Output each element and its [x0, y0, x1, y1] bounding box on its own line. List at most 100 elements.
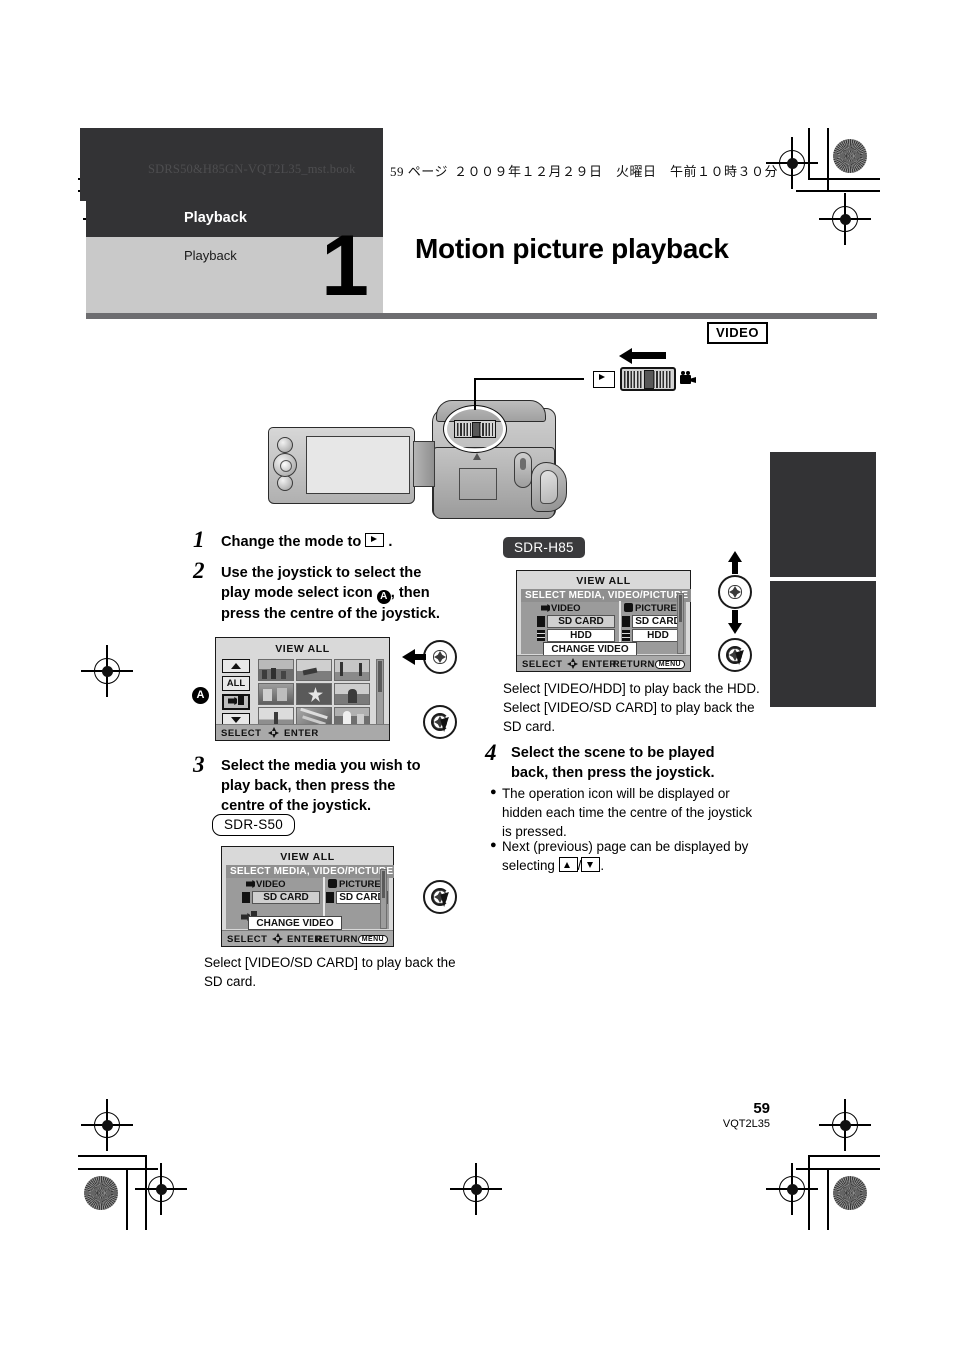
- joystick-down-arrow-head: [728, 623, 742, 634]
- thumbnail[interactable]: [296, 659, 332, 681]
- hdd-icon: [537, 630, 545, 641]
- step-4-bullet-2-text: Next (previous) page can be displayed by…: [502, 839, 749, 874]
- media-select-h85-col-picture: PICTURE: [635, 603, 677, 614]
- media-select-h85-status-enter: ENTER: [582, 658, 617, 670]
- step-4-text: Select the scene to be played back, then…: [511, 743, 783, 783]
- camcorder-grip-inner: [540, 470, 558, 504]
- registration-mark: [81, 645, 133, 697]
- bullet2-line-2: selecting: [502, 858, 555, 874]
- media-select-h85-header: SELECT MEDIA, VIDEO/PICTURE: [521, 589, 691, 602]
- step-1-text-a: Change the mode to: [221, 534, 362, 550]
- bullet-dot: ●: [490, 786, 497, 798]
- media-select-h85-status-return: RETURN MENU: [613, 659, 685, 670]
- step-3-text-c: centre of the joystick.: [221, 798, 372, 815]
- step-4-text-b: back, then press the joystick.: [511, 765, 715, 782]
- view-all-status-enter: ENTER: [284, 727, 319, 739]
- card-glyph: [238, 696, 244, 705]
- step-2-number: 2: [193, 558, 205, 583]
- step-3-number: 3: [193, 752, 205, 777]
- picture-column-icon: [624, 603, 633, 612]
- registration-mark: [819, 1099, 871, 1151]
- media-select-h85-video-hdd[interactable]: HDD: [547, 629, 615, 642]
- registration-mark: [81, 1099, 133, 1151]
- print-header-page-label: 59 ページ: [390, 164, 448, 179]
- step-4-bullet-2: ● Next (previous) page can be displayed …: [490, 837, 780, 875]
- camcorder-button-bottom: [277, 475, 293, 491]
- media-select-s50-status-select: SELECT: [227, 933, 268, 945]
- dpad-icon: [272, 933, 283, 944]
- callout-leader-horizontal: [474, 378, 584, 380]
- bullet1-line-1: The operation icon will be displayed or: [502, 786, 730, 801]
- media-select-s50-video-sd-card[interactable]: SD CARD: [252, 891, 320, 904]
- camcorder-lcd-screen: [306, 436, 410, 494]
- media-select-s50-status-bar: SELECT ENTER RETURN MENU: [222, 930, 393, 946]
- joystick-left-arrow-head: [402, 649, 415, 665]
- media-select-s50-status-return: RETURN MENU: [316, 934, 388, 945]
- thumbnail[interactable]: [334, 683, 370, 705]
- view-all-status-bar: SELECT ENTER: [216, 724, 389, 740]
- sd-card-icon: [326, 892, 334, 903]
- picture-column-icon: [328, 879, 337, 888]
- view-all-play-mode-select-button[interactable]: [222, 694, 250, 710]
- media-select-h85-video-sd-card[interactable]: SD CARD: [547, 615, 615, 628]
- joystick-up-arrow-head: [728, 551, 742, 562]
- view-all-scrollbar[interactable]: [376, 659, 384, 729]
- media-select-s50-scrollbar[interactable]: [380, 869, 387, 929]
- media-select-screen-s50: VIEW ALL SELECT MEDIA, VIDEO/PICTURE VID…: [221, 846, 394, 947]
- media-select-h85-status-bar: SELECT ENTER RETURN MENU: [517, 655, 690, 671]
- registration-mark: [766, 1163, 818, 1215]
- video-badge: VIDEO: [707, 322, 768, 344]
- sd-card-icon: [622, 616, 630, 627]
- step-4-text-a: Select the scene to be played: [511, 745, 715, 761]
- step-2-text: Use the joystick to select the play mode…: [221, 563, 489, 624]
- menu-chip: MENU: [357, 934, 388, 944]
- camcorder-side-port-dot: [520, 458, 526, 470]
- media-select-s50-col-picture: PICTURE: [339, 879, 381, 890]
- page-down-icon: [581, 857, 601, 873]
- media-select-h85-scrollbar[interactable]: [677, 593, 684, 654]
- h85-caption: Select [VIDEO/HDD] to play back the HDD.…: [503, 679, 803, 736]
- page-number: 59: [753, 1100, 770, 1117]
- play-mode-icon: [365, 533, 385, 547]
- chapter-number-band: Playback 1: [86, 223, 383, 313]
- camcorder-triangle-mark: [473, 453, 481, 460]
- model-badge-h85: SDR-H85: [503, 537, 585, 558]
- step-4-bullet-1: ● The operation icon will be displayed o…: [490, 784, 780, 841]
- registration-star-bottom-left: [84, 1176, 118, 1210]
- thumbnail[interactable]: [258, 659, 294, 681]
- page-up-icon: [558, 857, 578, 873]
- page-title: Motion picture playback: [415, 233, 729, 264]
- movie-record-icon: [680, 371, 696, 385]
- return-label: RETURN: [612, 658, 655, 670]
- camcorder-lcd-hinge: [413, 441, 435, 487]
- step-2-text-b: play mode select icon: [221, 585, 373, 602]
- step-1-number: 1: [193, 527, 205, 552]
- step-4-number: 4: [485, 740, 497, 765]
- header-rule: [86, 313, 877, 319]
- callout-leader-vertical: [474, 378, 476, 410]
- media-select-glyph: [228, 697, 237, 705]
- step-3-text-b: play back, then press the: [221, 778, 396, 795]
- media-select-s50-title: VIEW ALL: [280, 851, 335, 863]
- thumbnail[interactable]: [334, 659, 370, 681]
- media-select-h85-change-video-button[interactable]: CHANGE VIDEO: [543, 642, 637, 656]
- camcorder-button-top: [277, 437, 293, 453]
- print-header-filename: SDRS50&H85GN-VQT2L35_mst.book: [148, 162, 356, 176]
- joystick-down-arrow-stem: [732, 610, 738, 623]
- view-all-page-up-button[interactable]: [222, 659, 250, 673]
- thumbnail[interactable]: [258, 683, 294, 705]
- dpad-icon: [268, 727, 279, 738]
- bullet1-line-2: hidden each time the centre of the joyst…: [502, 805, 753, 821]
- registration-mark: [819, 193, 871, 245]
- s50-caption-line-1: Select [VIDEO/SD CARD] to play back the: [204, 955, 456, 970]
- camcorder-joystick-center: [280, 460, 292, 472]
- registration-mark: [450, 1163, 502, 1215]
- view-all-filter-all-button[interactable]: ALL: [222, 676, 250, 691]
- view-all-title: VIEW ALL: [275, 643, 330, 655]
- step-1-text-b: .: [388, 534, 393, 550]
- step-4-bullet-1-text: The operation icon will be displayed or …: [502, 784, 780, 841]
- media-select-s50-change-video-button[interactable]: CHANGE VIDEO: [248, 916, 342, 930]
- step-1-text: Change the mode to .: [221, 532, 481, 552]
- thumbnail[interactable]: [296, 683, 332, 705]
- bullet-dot: ●: [490, 839, 497, 851]
